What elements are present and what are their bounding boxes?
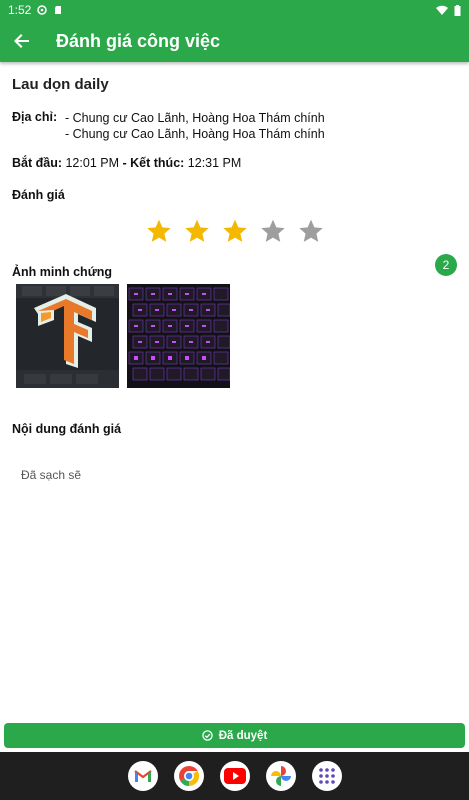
approved-button-label: Đã duyệt xyxy=(218,729,268,742)
star-empty-icon[interactable] xyxy=(260,218,286,244)
rating-label: Đánh giá xyxy=(12,188,65,202)
address-line: - Chung cư Cao Lãnh, Hoàng Hoa Thám chín… xyxy=(65,127,325,141)
proof-image-1[interactable] xyxy=(16,284,119,388)
keyboard-image xyxy=(127,284,230,388)
status-bar: 1:52 xyxy=(0,0,469,20)
review-text: Đã sạch sẽ xyxy=(21,468,82,482)
star-filled-icon[interactable] xyxy=(222,218,248,244)
start-time: 12:01 PM xyxy=(65,156,119,170)
chrome-glyph xyxy=(178,765,199,787)
sd-card-icon xyxy=(55,6,62,14)
android-dock xyxy=(0,752,469,800)
status-time: 1:52 xyxy=(8,3,32,17)
job-title: Lau dọn daily xyxy=(12,76,109,93)
youtube-icon[interactable] xyxy=(219,761,250,791)
wifi-icon xyxy=(436,5,448,15)
time-separator: - xyxy=(122,156,127,170)
battery-icon xyxy=(454,4,461,16)
proof-image-2[interactable] xyxy=(127,284,230,388)
arrow-back-icon xyxy=(14,34,29,48)
star-filled-icon[interactable] xyxy=(146,218,172,244)
address-label: Địa chỉ: xyxy=(12,110,58,124)
youtube-glyph xyxy=(223,768,246,784)
star-empty-icon[interactable] xyxy=(298,218,324,244)
photos-icon[interactable] xyxy=(265,761,296,791)
check-circle-icon xyxy=(201,730,213,741)
start-label: Bắt đầu: xyxy=(12,156,62,170)
photos-glyph xyxy=(270,766,291,786)
proof-label: Ảnh minh chứng xyxy=(12,265,113,279)
time-row: Bắt đầu: 12:01 PM - Kết thúc: 12:31 PM xyxy=(12,156,241,170)
review-content-label: Nội dung đánh giá xyxy=(12,422,122,436)
tensorflow-sticker-image xyxy=(16,284,119,388)
gmail-glyph xyxy=(133,770,152,782)
star-filled-icon[interactable] xyxy=(184,218,210,244)
settings-status-icon xyxy=(37,5,48,15)
gmail-icon[interactable] xyxy=(127,761,158,791)
address-block: Địa chỉ: - Chung cư Cao Lãnh, Hoàng Hoa … xyxy=(12,110,325,142)
app-drawer-icon[interactable] xyxy=(311,761,342,791)
end-time: 12:31 PM xyxy=(187,156,242,170)
chrome-icon[interactable] xyxy=(173,761,204,791)
star-rating[interactable] xyxy=(146,218,324,244)
address-line: - Chung cư Cao Lãnh, Hoàng Hoa Thám chín… xyxy=(65,111,325,125)
end-label: Kết thúc: xyxy=(130,156,185,170)
back-button[interactable] xyxy=(0,20,44,62)
app-drawer-glyph xyxy=(318,768,335,784)
approved-button[interactable]: Đã duyệt xyxy=(4,723,465,748)
app-bar: Đánh giá công việc xyxy=(0,20,469,62)
image-count-badge: 2 xyxy=(435,254,457,276)
page-title: Đánh giá công việc xyxy=(56,30,221,51)
